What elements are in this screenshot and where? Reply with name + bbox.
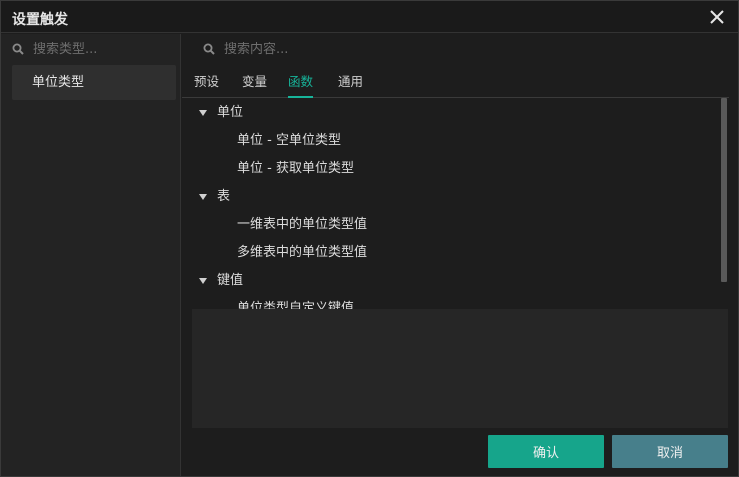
tree-scrollbar[interactable] bbox=[721, 98, 727, 282]
tab-preset[interactable]: 预设 bbox=[194, 72, 219, 98]
content-pane: 预设 变量 函数 通用 单位 单位 - 空单位类型 单位 - 获取单位类型 表 … bbox=[182, 34, 738, 476]
content-search bbox=[203, 35, 503, 63]
tree-group-table[interactable]: 表 bbox=[192, 183, 712, 211]
tab-variable[interactable]: 变量 bbox=[242, 72, 267, 98]
set-trigger-dialog: 设置触发 单位类型 预设 变量 函数 bbox=[0, 0, 739, 477]
tab-general[interactable]: 通用 bbox=[338, 72, 363, 98]
tree-item[interactable]: 单位类型自定义键值 bbox=[192, 295, 712, 309]
caret-down-icon bbox=[199, 194, 207, 200]
category-item-unit-type[interactable]: 单位类型 bbox=[12, 65, 176, 100]
tree-item[interactable]: 单位 - 获取单位类型 bbox=[192, 155, 712, 183]
type-search-input[interactable] bbox=[33, 41, 173, 57]
close-icon[interactable] bbox=[706, 6, 728, 28]
tree-item[interactable]: 多维表中的单位类型值 bbox=[192, 239, 712, 267]
content-search-input[interactable] bbox=[224, 41, 364, 57]
tab-bar: 预设 变量 函数 通用 bbox=[182, 70, 729, 98]
search-icon bbox=[12, 43, 24, 55]
function-tree: 单位 单位 - 空单位类型 单位 - 获取单位类型 表 一维表中的单位类型值 多… bbox=[192, 98, 728, 309]
tree-item[interactable]: 单位 - 空单位类型 bbox=[192, 127, 712, 155]
cancel-button[interactable]: 取消 bbox=[612, 435, 728, 468]
tree-group-key-value[interactable]: 键值 bbox=[192, 267, 712, 295]
confirm-button[interactable]: 确认 bbox=[488, 435, 604, 468]
dialog-title: 设置触发 bbox=[12, 12, 68, 28]
tab-function[interactable]: 函数 bbox=[288, 72, 314, 98]
type-list-pane: 单位类型 bbox=[1, 34, 181, 476]
caret-down-icon bbox=[199, 278, 207, 284]
caret-down-icon bbox=[199, 110, 207, 116]
tree-group-unit[interactable]: 单位 bbox=[192, 99, 712, 127]
search-icon bbox=[203, 43, 215, 55]
title-bar: 设置触发 bbox=[1, 1, 738, 33]
type-search bbox=[12, 35, 177, 63]
description-panel bbox=[192, 309, 728, 428]
tree-item[interactable]: 一维表中的单位类型值 bbox=[192, 211, 712, 239]
